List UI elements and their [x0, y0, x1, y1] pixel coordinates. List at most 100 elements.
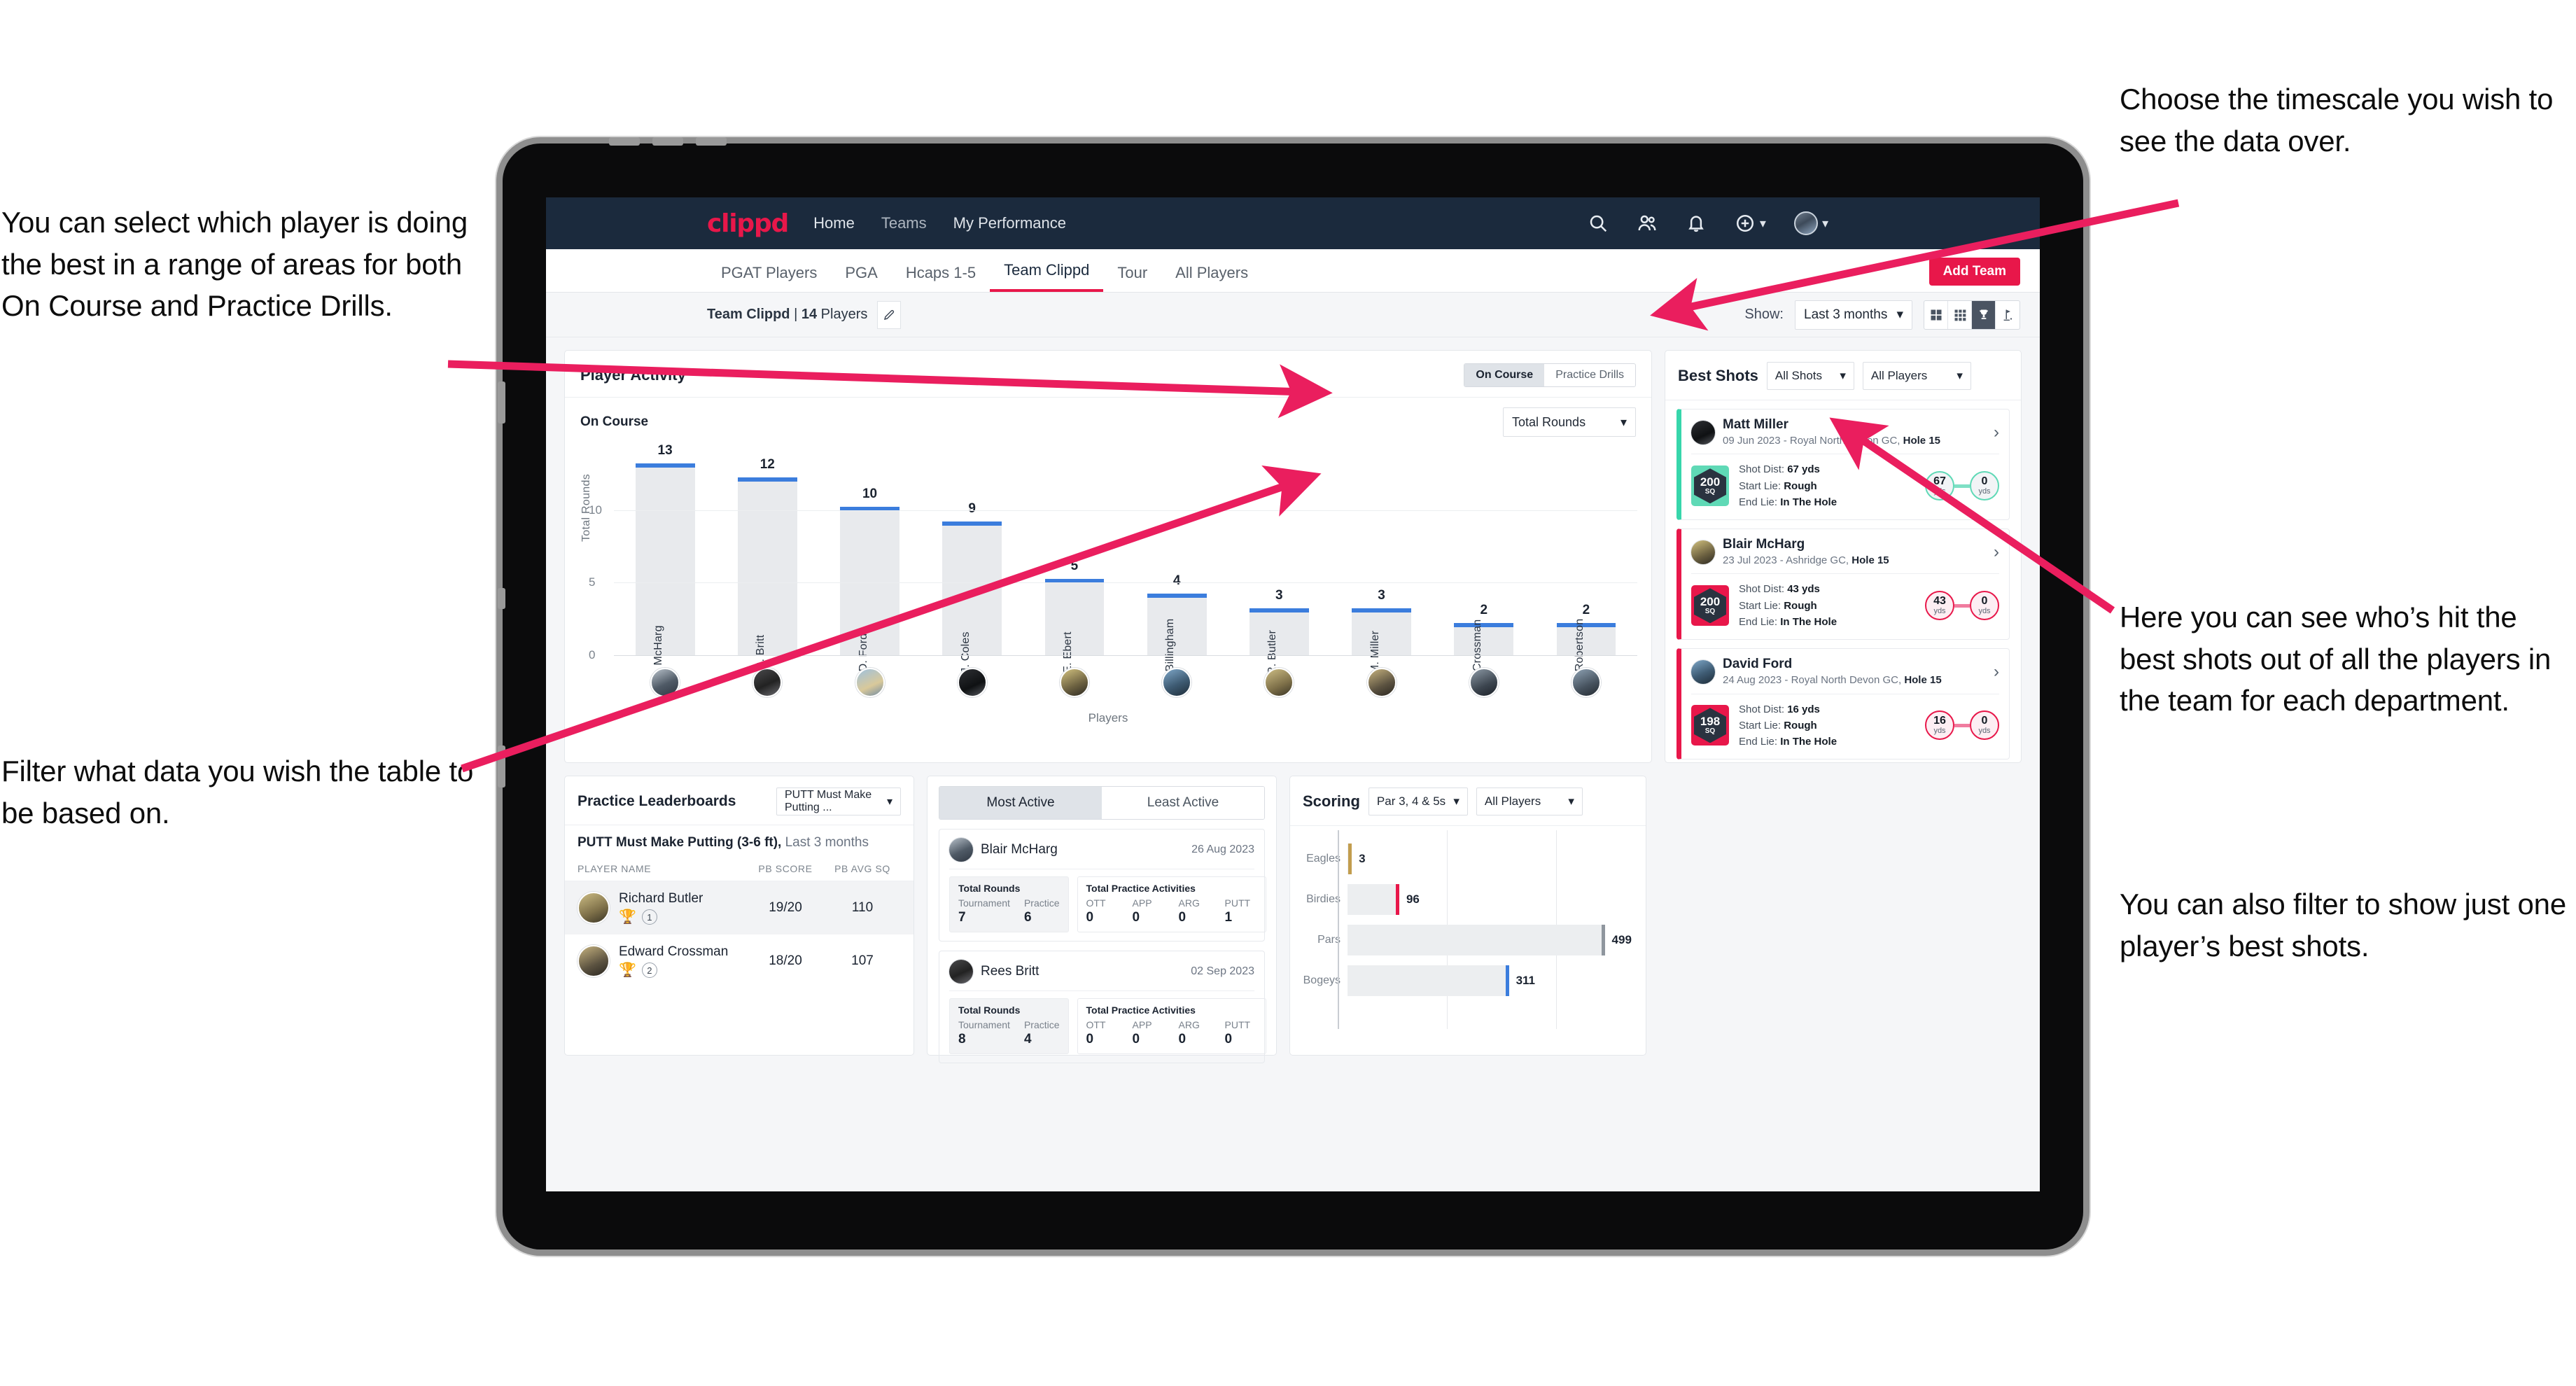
plus-circle-menu[interactable]: ▾ — [1735, 213, 1766, 234]
chart-bar[interactable]: 12 — [737, 457, 797, 655]
tab-team-clippd[interactable]: Team Clippd — [990, 261, 1104, 292]
tab-most-active[interactable]: Most Active — [939, 787, 1102, 819]
chart-bar-slot[interactable]: 3 M. Miller — [1330, 452, 1432, 674]
total-rounds-title: Total Rounds — [958, 1004, 1021, 1016]
rounds-value-0: 8 — [958, 1032, 966, 1046]
tab-pgat-players[interactable]: PGAT Players — [707, 264, 831, 292]
chevron-right-icon[interactable]: › — [1994, 542, 1999, 562]
player-avatar[interactable] — [1366, 668, 1396, 697]
timescale-select[interactable]: Last 3 months ▾ — [1795, 300, 1912, 330]
leaderboard-row[interactable]: Edward Crossman 🏆 2 18/20 107 — [565, 934, 913, 988]
chevron-right-icon[interactable]: › — [1994, 662, 1999, 682]
player-avatar[interactable] — [1571, 668, 1601, 697]
end-distance-value: 0 — [1981, 475, 1988, 488]
leaderboard-row[interactable]: Richard Butler 🏆 1 19/20 110 — [565, 881, 913, 934]
view-grid-large-button[interactable] — [1924, 300, 1948, 329]
scoring-row[interactable]: Birdies 96 — [1300, 879, 1633, 920]
add-team-button[interactable]: Add Team — [1928, 258, 2020, 286]
profile-menu[interactable]: ▾ — [1793, 211, 1828, 235]
metric-select[interactable]: Total Rounds ▾ — [1503, 407, 1636, 437]
scoring-row[interactable]: Eagles 3 — [1300, 839, 1633, 879]
best-shot-card[interactable]: Matt Miller 09 Jun 2023 - Royal North Dev… — [1676, 409, 2010, 521]
segment-practice-drills[interactable]: Practice Drills — [1544, 364, 1635, 386]
nav-link-home[interactable]: Home — [813, 214, 855, 232]
chart-bar-slot[interactable]: 13 B. McHarg — [614, 443, 716, 680]
player-avatar[interactable] — [1264, 668, 1294, 697]
scoring-row[interactable]: Pars 499 — [1300, 920, 1633, 960]
hexagon-icon: 200 SQ — [1694, 468, 1726, 504]
chart-bar-slot[interactable]: 10 D. Ford — [818, 452, 920, 671]
end-lie-row: End Lie: In The Hole — [1739, 494, 1837, 510]
people-icon[interactable] — [1637, 213, 1658, 234]
tab-least-active[interactable]: Least Active — [1102, 787, 1264, 819]
chart-bar-slot[interactable]: 2 C. Robertson — [1535, 452, 1637, 686]
best-shot-identity: Matt Miller 09 Jun 2023 - Royal North Dev… — [1723, 417, 1940, 447]
view-trophy-button[interactable] — [1972, 300, 1996, 329]
activity-item[interactable]: Blair McHarg 26 Aug 2023 Total Rounds Tourn… — [939, 829, 1266, 941]
chart-bar-value: 3 — [1275, 587, 1283, 603]
start-lie-label: Start Lie: — [1739, 599, 1782, 612]
player-avatar[interactable] — [752, 668, 783, 697]
bell-icon[interactable] — [1686, 213, 1707, 234]
start-distance-value: 67 — [1933, 475, 1946, 488]
tablet-top-button-1 — [609, 137, 640, 146]
chart-bar[interactable]: 13 — [635, 443, 695, 655]
activity-player-name: Blair McHarg — [981, 842, 1058, 857]
scoring-bar — [1348, 965, 1509, 996]
leaderboard-pb-score: 18/20 — [769, 953, 802, 968]
tab-all-players[interactable]: All Players — [1161, 264, 1262, 292]
course-drills-toggle: On Course Practice Drills — [1464, 363, 1636, 387]
start-distance-unit: yds — [1933, 727, 1946, 736]
player-avatar[interactable] — [957, 668, 987, 697]
chart-bar-slot[interactable]: 9 J. Coles — [921, 452, 1023, 673]
scoring-label: Eagles — [1306, 853, 1340, 864]
practice-leaderboards-subtitle: PUTT Must Make Putting (3-6 ft), Last 3 … — [565, 825, 913, 858]
nav-link-my-performance[interactable]: My Performance — [953, 214, 1066, 232]
player-avatar[interactable] — [1059, 668, 1089, 697]
tab-pga[interactable]: PGA — [831, 264, 891, 292]
scoring-value: 311 — [1516, 974, 1536, 987]
view-grid-small-button[interactable] — [1948, 300, 1972, 329]
chart-bar-slot[interactable]: 5 E. Ebert — [1023, 452, 1126, 673]
activity-item[interactable]: Rees Britt 02 Sep 2023 Total Rounds Tournam… — [939, 951, 1266, 1063]
end-lie-label: End Lie: — [1739, 615, 1778, 628]
start-lie-label: Start Lie: — [1739, 479, 1782, 492]
best-shot-card[interactable]: Blair McHarg 23 Jul 2023 - Ashridge GC, H… — [1676, 528, 2010, 640]
player-avatar[interactable] — [650, 668, 680, 697]
scoring-par-select[interactable]: Par 3, 4 & 5s ▾ — [1368, 788, 1468, 816]
chart-bar-slot[interactable]: 12 R. Britt — [716, 452, 818, 670]
view-golf-flag-button[interactable] — [1996, 301, 2019, 329]
segment-on-course[interactable]: On Course — [1464, 364, 1545, 386]
tab-tour[interactable]: Tour — [1103, 264, 1161, 292]
drill-select[interactable]: PUTT Must Make Putting ... ▾ — [776, 788, 901, 816]
chart-bar-label: J. Coles — [959, 631, 972, 673]
best-shot-card[interactable]: David Ford 24 Aug 2023 - Royal North Devo… — [1676, 648, 2010, 760]
search-icon[interactable] — [1588, 213, 1609, 234]
player-avatar — [1691, 420, 1715, 444]
chart-bar[interactable]: 3 — [1249, 588, 1309, 655]
practice-value-2: 0 — [1178, 910, 1186, 925]
scoring-player-select[interactable]: All Players ▾ — [1476, 788, 1583, 816]
chevron-right-icon[interactable]: › — [1994, 423, 1999, 442]
divider — [1691, 573, 1999, 575]
shot-distance-row: Shot Dist: 43 yds — [1739, 581, 1837, 597]
player-avatar[interactable] — [1469, 668, 1499, 697]
nav-link-teams[interactable]: Teams — [881, 214, 927, 232]
chart-bar-slot[interactable]: 2 E. Crossman — [1433, 452, 1535, 685]
chart-bar-slot[interactable]: 4 D. Billingham — [1126, 452, 1228, 686]
tablet-top-button-3 — [696, 137, 727, 146]
chart-bar[interactable]: 4 — [1147, 573, 1207, 655]
scoring-row[interactable]: Bogeys 311 — [1300, 960, 1633, 1001]
best-shots-shot-filter[interactable]: All Shots ▾ — [1766, 362, 1854, 390]
chart-x-axis — [614, 655, 1637, 656]
best-shots-player-filter[interactable]: All Players ▾ — [1862, 362, 1971, 390]
player-avatar[interactable] — [855, 668, 885, 697]
edit-team-button[interactable] — [877, 300, 902, 329]
best-shot-player-name: Matt Miller — [1723, 417, 1788, 432]
chart-bar-slot[interactable]: 3 R. Butler — [1228, 452, 1330, 675]
player-avatar[interactable] — [1162, 668, 1192, 697]
best-shot-identity: Blair McHarg 23 Jul 2023 - Ashridge GC, H… — [1723, 537, 1889, 567]
activity-stats: Total Rounds Tournament 8 Practice 4 Total Pr… — [949, 998, 1266, 1054]
tab-hcaps-1-5[interactable]: Hcaps 1-5 — [892, 264, 990, 292]
clippd-logo[interactable]: clippd — [707, 209, 789, 238]
